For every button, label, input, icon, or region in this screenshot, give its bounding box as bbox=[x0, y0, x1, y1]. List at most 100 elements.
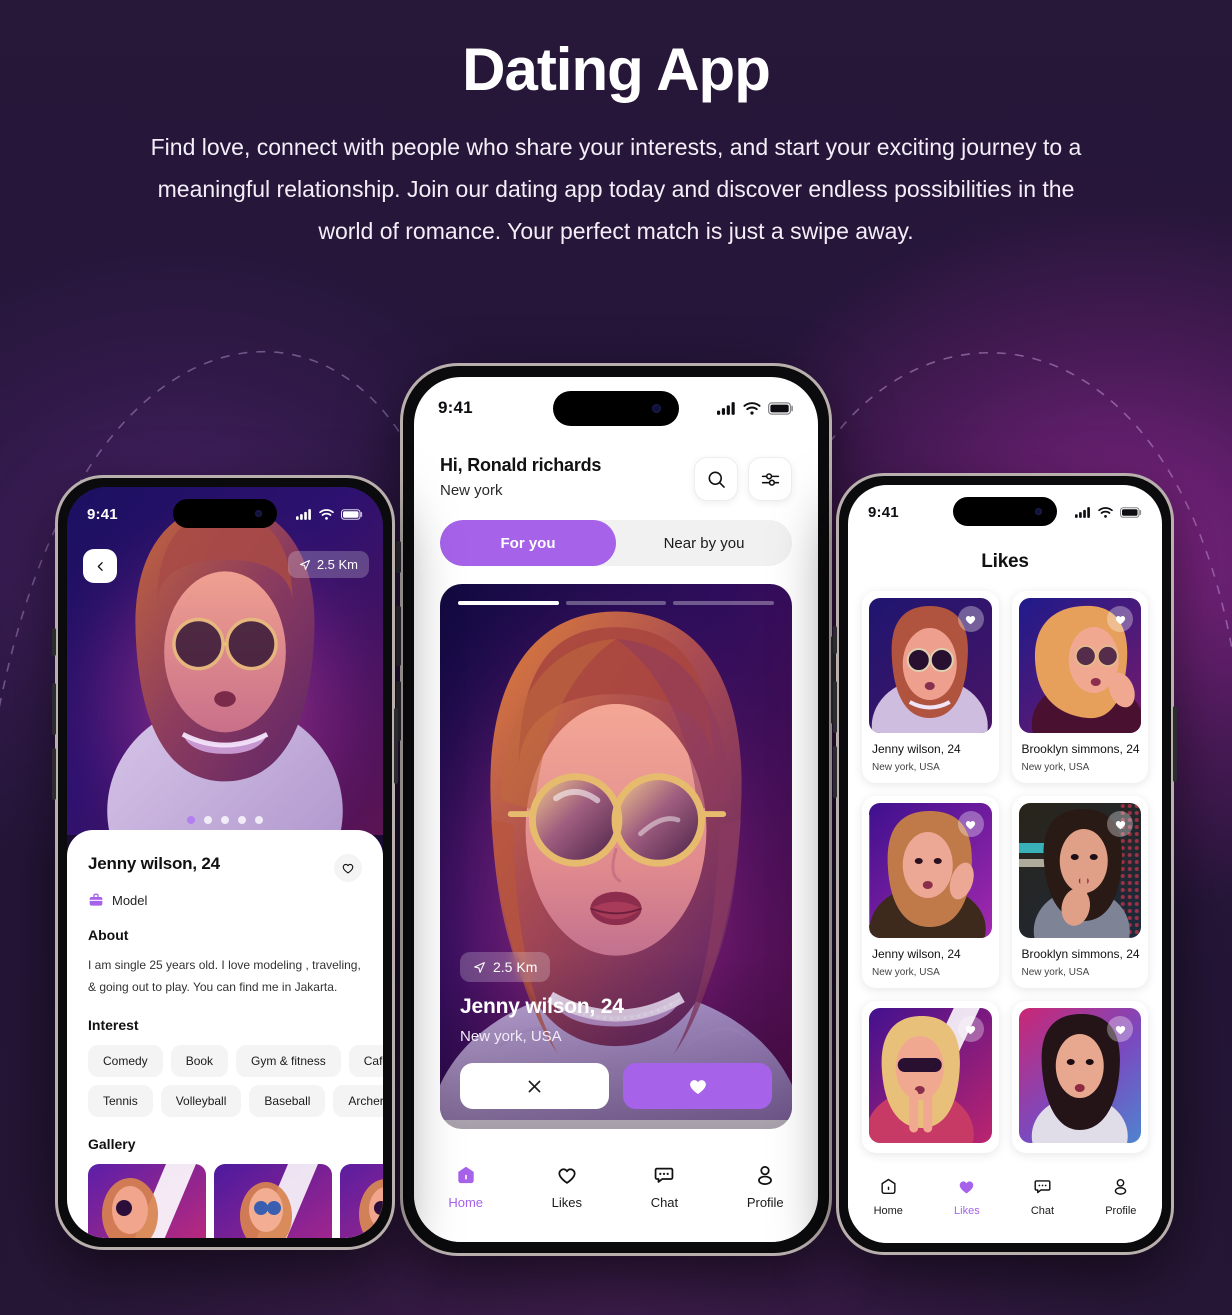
interest-tag[interactable]: Cafe bbox=[348, 1045, 383, 1078]
home-icon bbox=[457, 1166, 474, 1184]
heart-outline-icon bbox=[558, 1168, 576, 1184]
like-card[interactable]: Jenny wilson, 24 New york, USA bbox=[862, 591, 999, 783]
volume-up-button[interactable] bbox=[833, 681, 837, 733]
distance-badge: 2.5 Km bbox=[460, 952, 551, 982]
photo-carousel-dots[interactable] bbox=[67, 816, 383, 824]
volume-down-button[interactable] bbox=[833, 746, 837, 798]
gallery-thumbnail[interactable] bbox=[88, 1164, 206, 1238]
profile-job-row: Model bbox=[88, 892, 362, 908]
like-card[interactable]: Jenny wilson, 24 New york, USA bbox=[862, 796, 999, 988]
nav-item-home[interactable]: Home bbox=[448, 1164, 483, 1210]
heart-outline-icon bbox=[342, 863, 354, 874]
greeting-text: Hi, Ronald richards bbox=[440, 455, 602, 475]
mute-switch[interactable] bbox=[52, 628, 56, 656]
nav-label: Chat bbox=[1030, 1205, 1055, 1217]
volume-up-button[interactable] bbox=[396, 606, 401, 666]
profile-card[interactable]: 2.5 Km Jenny wilson, 24 New york, USA bbox=[440, 584, 792, 1129]
filter-sliders-icon bbox=[761, 472, 779, 486]
like-name: Jenny wilson, 24 bbox=[872, 947, 961, 961]
back-button[interactable] bbox=[83, 549, 117, 583]
like-thumbnail bbox=[869, 598, 992, 733]
nav-label: Likes bbox=[551, 1195, 583, 1210]
like-card[interactable] bbox=[1011, 1001, 1148, 1153]
progress-segment[interactable] bbox=[458, 601, 559, 605]
filter-button[interactable] bbox=[748, 457, 792, 501]
briefcase-icon bbox=[89, 893, 103, 906]
interest-tag[interactable]: Baseball bbox=[249, 1085, 326, 1118]
interest-heading: Interest bbox=[88, 1017, 139, 1034]
gallery-photo bbox=[214, 1164, 332, 1238]
like-location: New york, USA bbox=[1021, 762, 1090, 773]
carousel-dot[interactable] bbox=[204, 816, 212, 824]
nav-item-likes[interactable]: Likes bbox=[954, 1177, 980, 1217]
interest-tag[interactable]: Archery bbox=[333, 1085, 383, 1118]
carousel-dot[interactable] bbox=[255, 816, 263, 824]
power-button[interactable] bbox=[1173, 706, 1177, 782]
nav-item-chat[interactable]: Chat bbox=[1031, 1177, 1054, 1217]
nav-item-likes[interactable]: Likes bbox=[552, 1164, 582, 1210]
like-name: Brooklyn simmons, 24 bbox=[1021, 742, 1140, 756]
gallery-thumbnail[interactable] bbox=[214, 1164, 332, 1238]
like-location: New york, USA bbox=[1021, 967, 1090, 978]
nav-item-chat[interactable]: Chat bbox=[651, 1164, 678, 1210]
interest-tag[interactable]: Book bbox=[170, 1045, 229, 1078]
nav-item-home[interactable]: Home bbox=[874, 1177, 903, 1217]
carousel-dot[interactable] bbox=[238, 816, 246, 824]
interest-tag[interactable]: Gym & fitness bbox=[236, 1045, 341, 1078]
unlike-button[interactable] bbox=[957, 1016, 984, 1042]
like-card[interactable]: Brooklyn simmons, 24 New york, USA bbox=[1011, 591, 1148, 783]
interest-tag[interactable]: Comedy bbox=[88, 1045, 163, 1078]
bottom-navigation: Home Likes Chat Profile bbox=[848, 1165, 1162, 1243]
interest-tag[interactable]: Tennis bbox=[88, 1085, 153, 1118]
nav-label: Profile bbox=[746, 1195, 784, 1210]
interest-tag[interactable]: Volleyball bbox=[160, 1085, 242, 1118]
carousel-dot[interactable] bbox=[187, 816, 195, 824]
like-button[interactable] bbox=[623, 1063, 772, 1109]
gallery-heading: Gallery bbox=[88, 1136, 136, 1153]
about-heading: About bbox=[88, 927, 129, 943]
mute-switch[interactable] bbox=[396, 541, 401, 573]
progress-segment[interactable] bbox=[673, 601, 775, 605]
like-card[interactable]: Brooklyn simmons, 24 New york, USA bbox=[1011, 796, 1148, 988]
gallery-thumbnail[interactable] bbox=[340, 1164, 383, 1238]
home-icon bbox=[881, 1178, 896, 1195]
pass-button[interactable] bbox=[460, 1063, 609, 1109]
phone-left-profile-detail: 2.5 Km Jenny wilson, 24 Model About I am… bbox=[52, 475, 398, 1250]
carousel-dot[interactable] bbox=[221, 816, 229, 824]
mute-switch[interactable] bbox=[833, 626, 837, 654]
user-location: New york bbox=[440, 482, 503, 499]
search-icon bbox=[708, 471, 725, 488]
nav-item-profile[interactable]: Profile bbox=[1105, 1177, 1136, 1217]
tab-for-you[interactable]: For you bbox=[440, 520, 616, 566]
heart-filled-icon bbox=[689, 1080, 706, 1095]
photo-progress-bars[interactable] bbox=[458, 601, 775, 605]
nav-label: Profile bbox=[1105, 1205, 1137, 1217]
tab-near-by-you[interactable]: Near by you bbox=[616, 520, 792, 566]
like-card[interactable] bbox=[862, 1001, 999, 1153]
profile-card-name: Jenny wilson, 24 bbox=[460, 995, 624, 1018]
distance-value: 2.5 Km bbox=[493, 959, 538, 975]
heart-filled-icon bbox=[960, 1181, 974, 1194]
discover-tabs: For you Near by you bbox=[440, 520, 792, 566]
profile-name-row: Jenny wilson, 24 bbox=[88, 854, 362, 882]
chevron-left-icon bbox=[97, 561, 103, 571]
unlike-button[interactable] bbox=[957, 811, 984, 837]
heart-filled-icon bbox=[1115, 615, 1125, 624]
heart-filled-icon bbox=[1115, 1025, 1125, 1034]
phone-right-likes: Likes Jenny wilson, 24 New york, USA Bro… bbox=[833, 473, 1177, 1255]
unlike-button[interactable] bbox=[957, 606, 984, 632]
volume-up-button[interactable] bbox=[52, 683, 56, 735]
progress-segment[interactable] bbox=[565, 601, 667, 605]
volume-down-button[interactable] bbox=[52, 748, 56, 800]
nav-item-profile[interactable]: Profile bbox=[747, 1164, 784, 1210]
like-name: Brooklyn simmons, 24 bbox=[1021, 947, 1140, 961]
search-button[interactable] bbox=[694, 457, 738, 501]
favorite-button[interactable] bbox=[334, 854, 362, 882]
like-location: New york, USA bbox=[872, 967, 940, 978]
like-thumbnail bbox=[869, 1008, 992, 1143]
dynamic-island bbox=[173, 499, 277, 528]
unlike-button[interactable] bbox=[1107, 1016, 1133, 1042]
power-button[interactable] bbox=[394, 708, 398, 784]
unlike-button[interactable] bbox=[1107, 811, 1133, 837]
unlike-button[interactable] bbox=[1107, 606, 1133, 632]
